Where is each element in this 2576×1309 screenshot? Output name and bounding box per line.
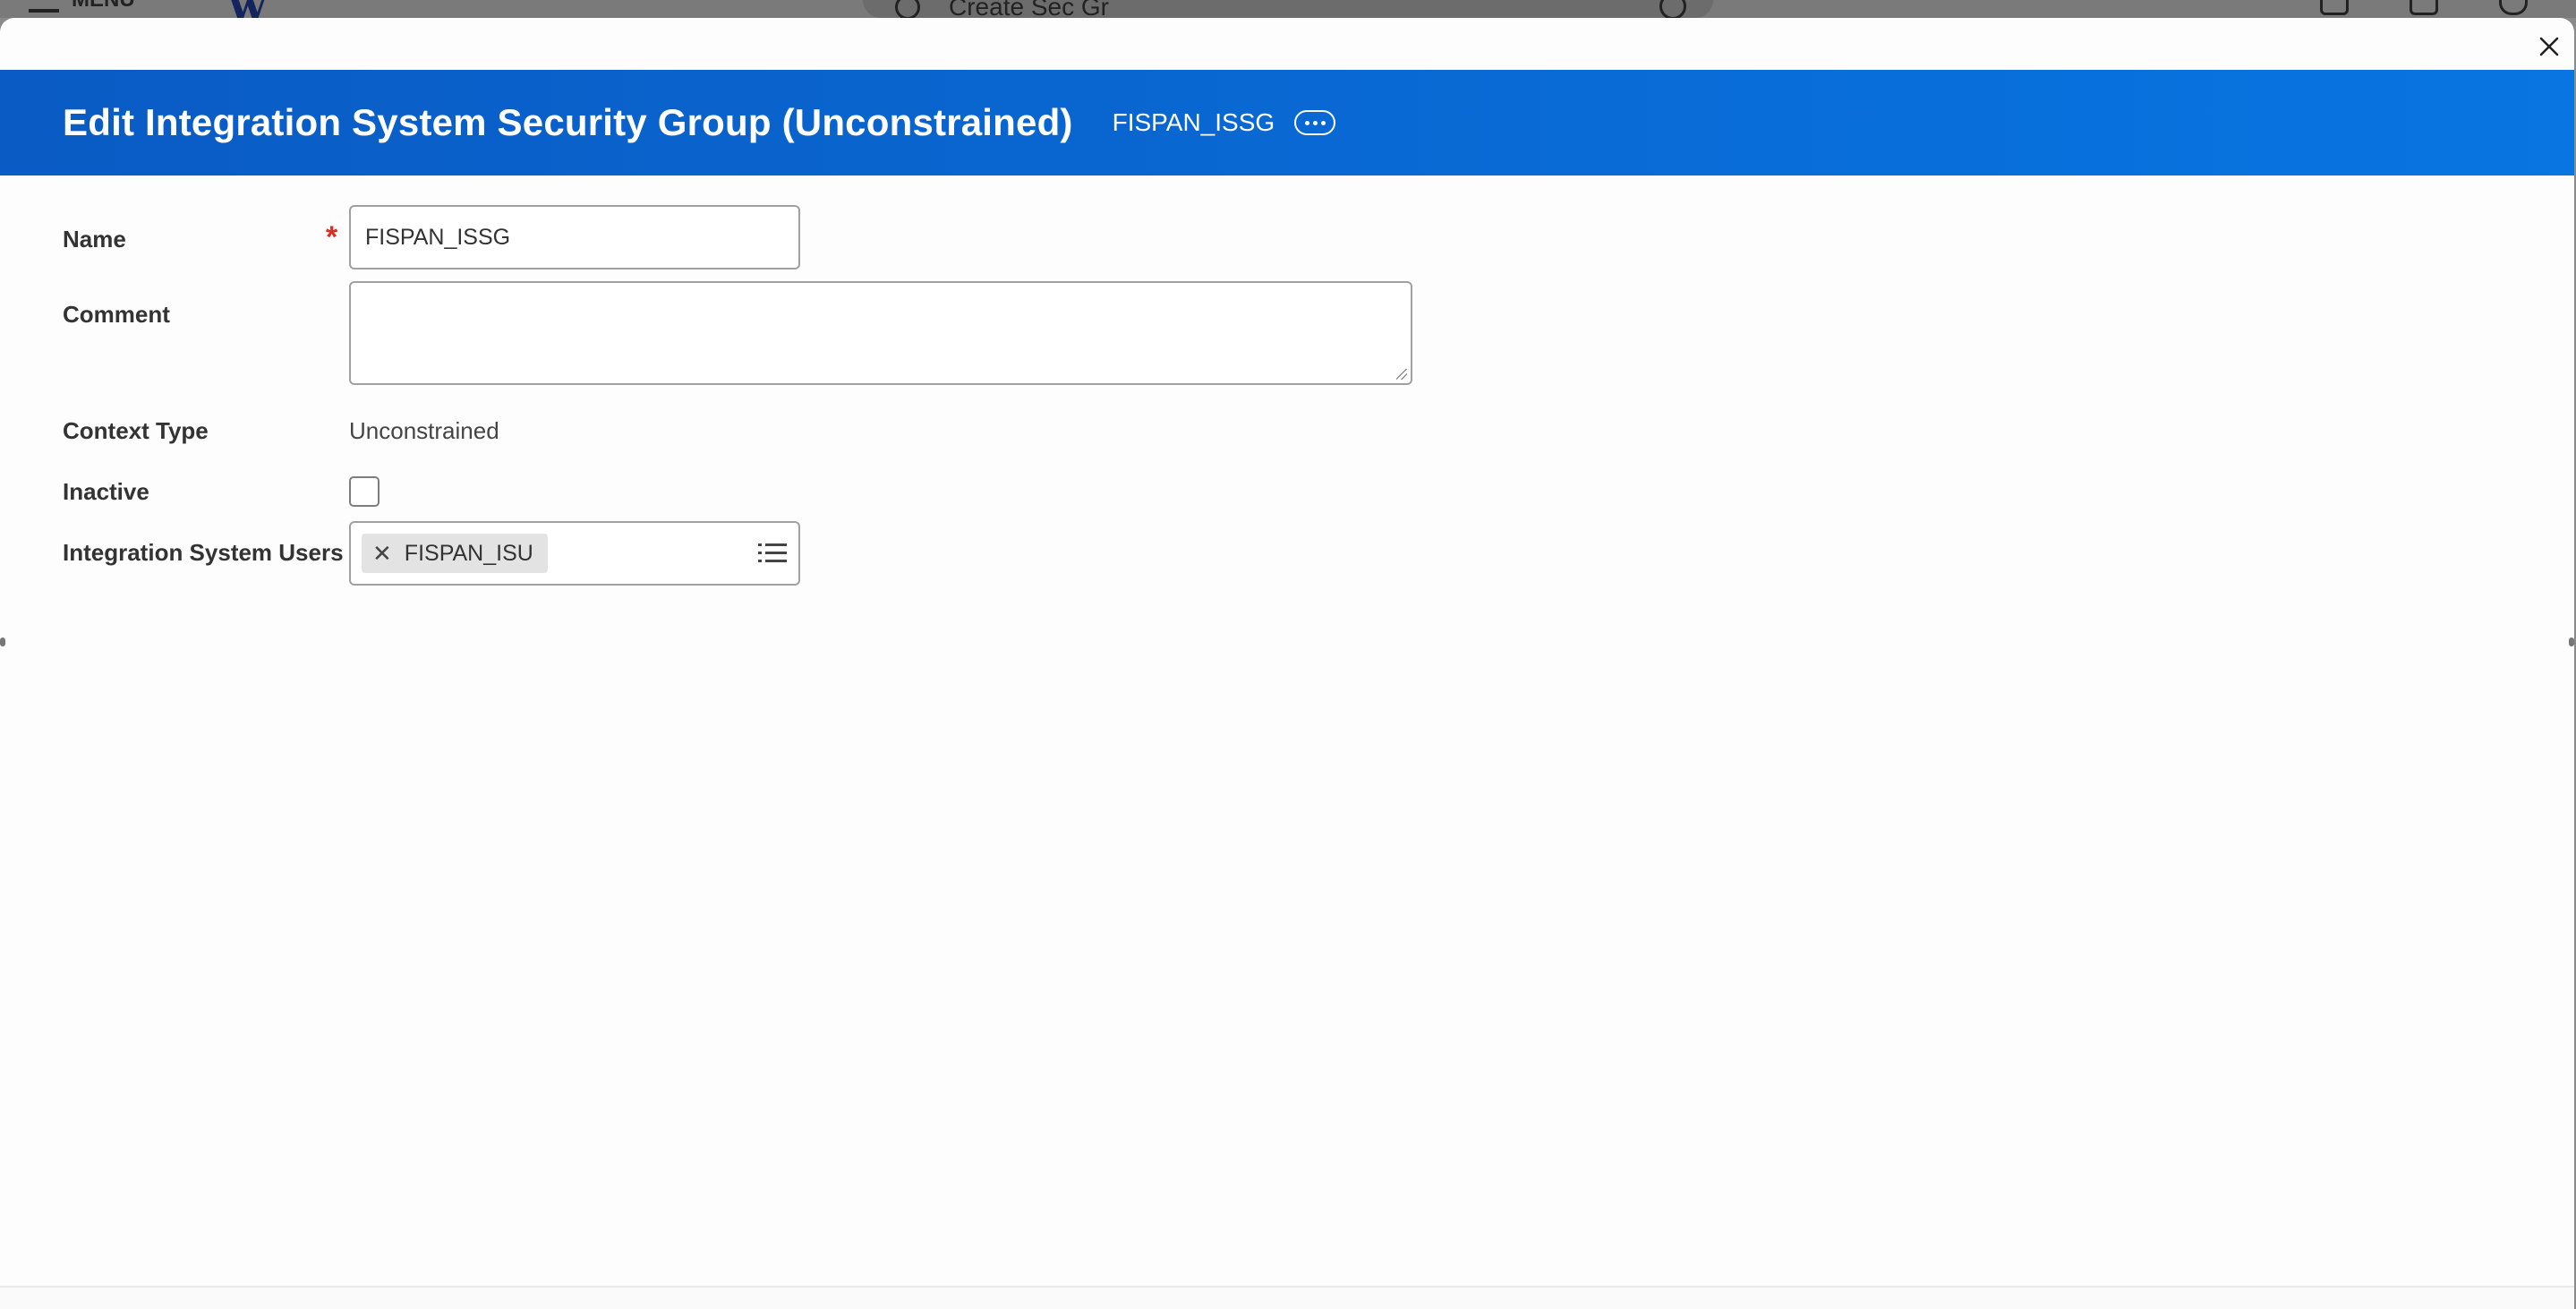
right-resize-handle[interactable]: [2569, 637, 2574, 646]
integration-system-users-label: Integration System Users: [63, 539, 344, 566]
notifications-icon: [2320, 0, 2349, 15]
global-search: Create Sec Gr: [863, 0, 1713, 18]
close-modal-button[interactable]: [2531, 29, 2567, 64]
context-type-value: Unconstrained: [349, 417, 499, 444]
object-name: FISPAN_ISSG: [1112, 108, 1275, 136]
name-input[interactable]: FISPAN_ISSG: [349, 205, 800, 270]
background-top-bar: MENU w Create Sec Gr: [0, 0, 2576, 18]
required-indicator: *: [326, 220, 338, 254]
menu-label: MENU: [72, 0, 135, 13]
inactive-label: Inactive: [63, 478, 149, 505]
selected-user-pill: ✕ FISPAN_ISU: [362, 534, 548, 573]
name-label: Name: [63, 226, 126, 252]
search-icon: [895, 0, 920, 18]
more-options-icon[interactable]: [1294, 110, 1336, 135]
clear-search-icon: [1659, 0, 1686, 18]
integration-system-users-prompt[interactable]: ✕ FISPAN_ISU: [349, 521, 800, 586]
comment-label: Comment: [63, 301, 170, 328]
comment-textarea[interactable]: [349, 281, 1412, 385]
resize-handle-icon[interactable]: [1396, 369, 1407, 380]
hamburger-icon: [29, 0, 59, 13]
remove-x-icon[interactable]: ✕: [372, 540, 392, 568]
search-query: Create Sec Gr: [949, 0, 1109, 18]
app-logo: w: [229, 0, 266, 18]
inactive-checkbox[interactable]: [349, 476, 380, 507]
page-title: Edit Integration System Security Group (…: [63, 101, 1073, 143]
modal-footer: [0, 1286, 2574, 1309]
close-icon: [2539, 37, 2559, 56]
selected-user-label: FISPAN_ISU: [404, 540, 533, 566]
menu-button: MENU: [29, 0, 135, 13]
inbox-icon: [2410, 0, 2438, 15]
modal-header: Edit Integration System Security Group (…: [0, 70, 2574, 175]
left-resize-handle[interactable]: [0, 637, 5, 646]
list-prompt-icon[interactable]: [757, 539, 788, 568]
context-type-label: Context Type: [63, 417, 209, 444]
edit-security-group-modal: Edit Integration System Security Group (…: [0, 18, 2574, 1309]
profile-icon: [2499, 0, 2528, 15]
